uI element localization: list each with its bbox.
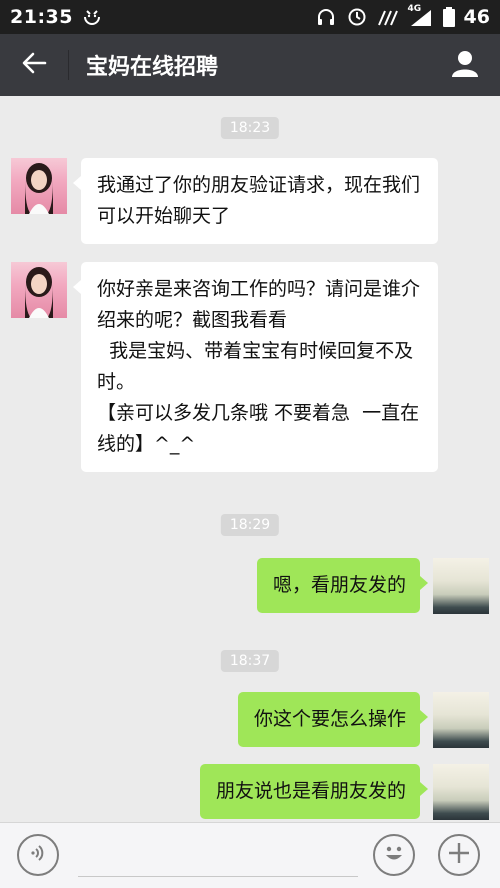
incoming-message[interactable]: 我通过了你的朋友验证请求，现在我们可以开始聊天了 [73,158,438,244]
my-avatar[interactable] [433,764,489,820]
battery-level: 46 [463,6,490,28]
my-avatar[interactable] [433,692,489,748]
incoming-message[interactable]: 你好亲是来咨询工作的吗？请问是谁介绍来的呢？截图我看看 我是宝妈、带着宝宝有时候… [73,262,438,472]
message-input[interactable] [78,837,358,877]
message-list[interactable]: 18:23 我通过了你的朋友验证请求，现在我们可以开始聊天了 你好亲是来咨询工作… [0,96,500,822]
cellular-signal-icon: 4G [407,4,434,28]
outgoing-message[interactable]: 你这个要怎么操作 [237,692,429,747]
timestamp: 18:37 [220,650,280,672]
emoji-icon [379,838,409,872]
status-bar: 21:35 4G 46 [0,0,500,34]
outgoing-message[interactable]: 嗯，看朋友发的 [256,558,429,613]
timestamp: 18:29 [220,514,280,536]
voice-icon [27,842,49,868]
battery-icon [442,6,455,28]
notification-icon [81,6,103,28]
status-time: 21:35 [10,6,73,28]
contact-avatar[interactable] [11,262,67,318]
outgoing-message[interactable]: 朋友说也是看朋友发的 [199,764,429,819]
header-divider [68,50,69,80]
my-avatar[interactable] [433,558,489,614]
person-icon [450,48,480,82]
add-button[interactable] [438,834,480,876]
profile-button[interactable] [430,34,500,96]
contact-avatar[interactable] [11,158,67,214]
chat-header: 宝妈在线招聘 [0,34,500,96]
timestamp: 18:23 [220,117,280,139]
alarm-clock-icon [346,6,368,28]
plus-icon [446,840,472,870]
input-bar [0,822,500,888]
chat-title: 宝妈在线招聘 [86,55,219,80]
arrow-left-icon [21,50,47,80]
network-type: 4G [407,4,422,14]
voice-button[interactable] [17,834,59,876]
back-button[interactable] [0,34,68,96]
emoji-button[interactable] [373,834,415,876]
headphones-icon [315,6,337,28]
signal-slashes-icon [377,6,399,28]
